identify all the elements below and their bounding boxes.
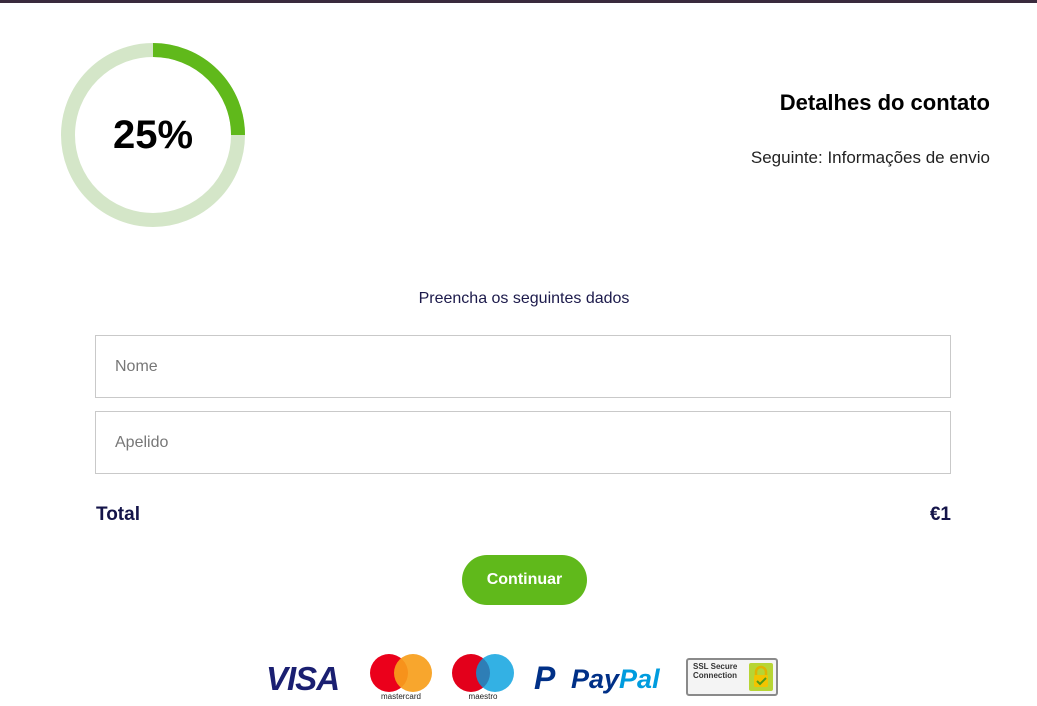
total-value: €1 <box>929 504 951 525</box>
progress-ring: 25% <box>58 40 248 230</box>
form-instruction: Preencha os seguintes dados <box>418 290 630 307</box>
total-label: Total <box>96 504 140 525</box>
progress-percent: 25% <box>112 112 194 157</box>
paypal-mark-icon: P <box>534 660 556 696</box>
ssl-badge-text: SSL Secure Connection <box>693 662 738 680</box>
mastercard-orange-circle <box>394 654 432 692</box>
last-name-field[interactable] <box>95 411 951 474</box>
mastercard-caption: mastercard <box>380 692 421 701</box>
paypal-pal-text: Pal <box>619 664 660 694</box>
ssl-badge: SSL Secure Connection <box>686 658 778 696</box>
step-title: Detalhes do contato <box>779 90 990 115</box>
continue-button[interactable]: Continuar <box>462 555 587 605</box>
maestro-blue-circle <box>476 654 514 692</box>
mastercard-logo: mastercard <box>370 650 432 702</box>
paypal-pay-text: Pay <box>571 664 620 694</box>
next-step-label: Seguinte: Informações de envio <box>750 148 990 167</box>
first-name-field[interactable] <box>95 335 951 398</box>
payment-methods: VISA mastercard maestro P PayPal SSL Sec… <box>266 650 786 706</box>
lock-icon-graphic <box>754 665 768 687</box>
visa-logo: VISA <box>266 660 340 697</box>
lock-icon <box>749 663 773 691</box>
paypal-logo: PayPal <box>571 664 660 695</box>
top-bar <box>0 0 1037 3</box>
maestro-caption: maestro <box>468 692 498 701</box>
maestro-logo: maestro <box>452 650 514 702</box>
